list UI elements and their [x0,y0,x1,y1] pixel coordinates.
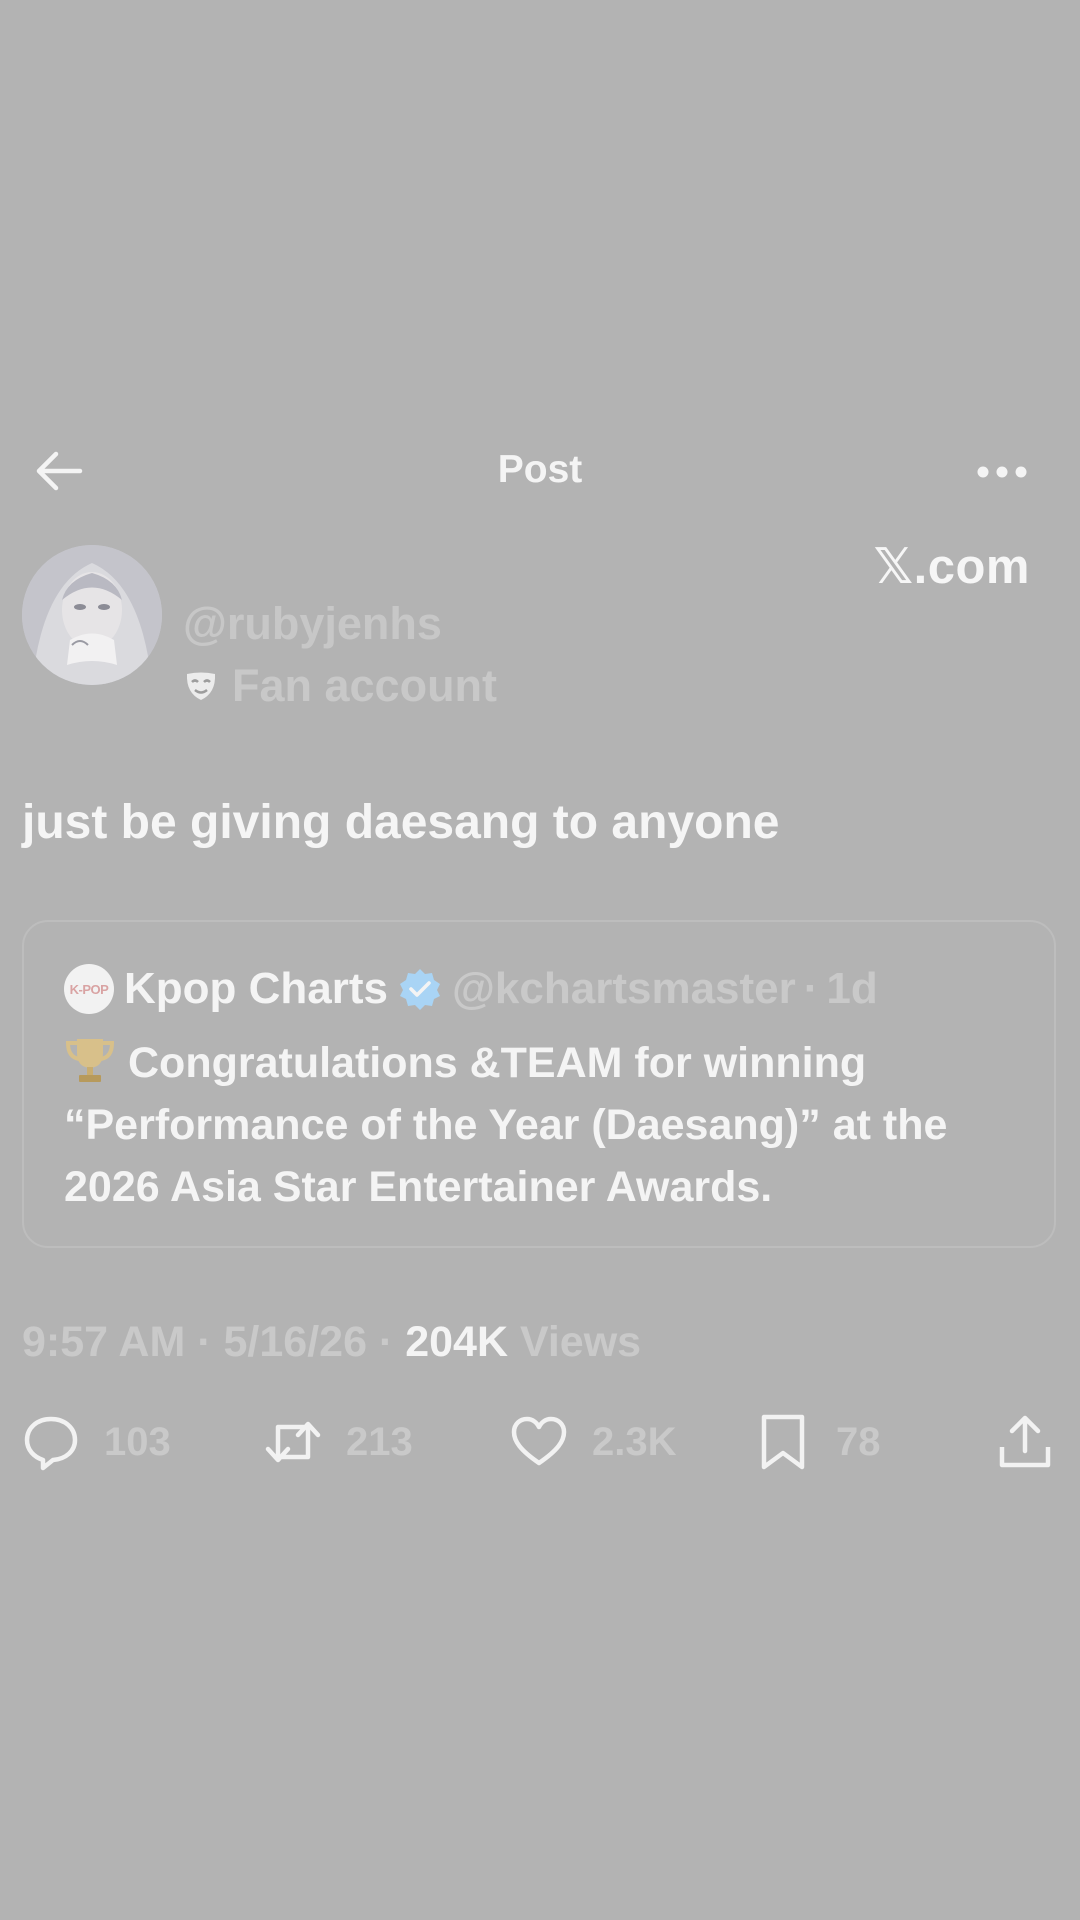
views-count[interactable]: 204K [405,1318,508,1366]
bookmark-button[interactable]: 78 [754,1410,881,1474]
quoted-separator: · [803,964,819,1013]
quoted-timestamp: 1d [826,964,878,1013]
views-label: Views [508,1318,642,1366]
quoted-avatar: K-POP [64,964,114,1014]
account-label: Fan account [184,660,497,712]
heart-icon [511,1416,567,1466]
bookmark-count: 78 [836,1419,881,1464]
post-screen: Post 𝕏.com @rubyjenhs Fan account just b… [0,0,1080,1920]
post-meta: 9:57 AM · 5/16/26 · 204K Views [22,1318,641,1367]
like-button[interactable]: 2.3K [510,1410,677,1474]
post-text: just be giving daesang to anyone [22,796,780,849]
avatar[interactable] [22,545,162,685]
top-bar: Post [0,440,1080,504]
page-title: Post [497,448,583,491]
share-button[interactable] [996,1410,1054,1474]
reply-button[interactable]: 103 [22,1410,171,1474]
quoted-avatar-text: K-POP [69,981,109,997]
quoted-post[interactable]: K-POP Kpop Charts @kchartsmaster · 1d Co… [22,920,1056,1248]
bookmark-icon [761,1414,805,1470]
verified-badge-icon [400,969,440,1010]
x-watermark: 𝕏.com [873,540,1030,594]
action-bar: 103 213 2.3K 78 [0,1410,1080,1480]
like-count: 2.3K [592,1419,677,1464]
meta-separator: · [185,1318,224,1366]
account-label-text: Fan account [232,660,498,711]
share-icon [999,1415,1051,1468]
quoted-post-header: K-POP Kpop Charts @kchartsmaster · 1d [64,964,878,1014]
quoted-post-text: Congratulations &TEAM for winning “Perfo… [64,1032,1024,1218]
quoted-author-handle: @kchartsmaster [452,964,796,1013]
post-date: 5/16/26 [223,1318,367,1366]
repost-icon [265,1421,321,1463]
repost-count: 213 [346,1419,413,1464]
reply-icon [24,1416,78,1471]
post-time: 9:57 AM [22,1318,186,1366]
more-options-button[interactable] [976,454,1028,490]
mask-icon [186,672,216,700]
trophy-icon [65,1039,115,1082]
meta-separator: · [366,1318,406,1366]
more-horizontal-icon [977,466,1027,478]
avatar-image [22,545,162,685]
author-handle[interactable]: @rubyjenhs [183,598,442,650]
reply-count: 103 [104,1419,171,1464]
quoted-post-body: Congratulations &TEAM for winning “Perfo… [64,1039,948,1211]
repost-button[interactable]: 213 [264,1410,413,1474]
quoted-author-name: Kpop Charts [124,964,388,1013]
